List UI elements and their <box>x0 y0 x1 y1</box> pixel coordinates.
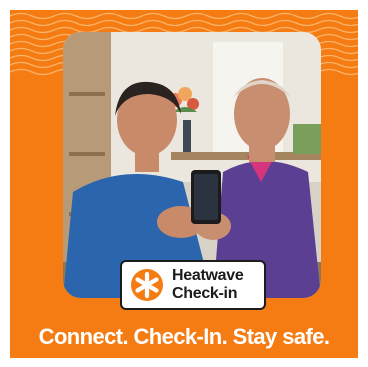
photo-two-seniors <box>63 32 321 298</box>
badge-title: Heatwave Check-in <box>172 267 244 302</box>
asterisk-badge-icon <box>131 269 163 301</box>
badge-title-line2: Check-in <box>172 285 238 302</box>
heatwave-checkin-badge: Heatwave Check-in <box>120 260 266 310</box>
tagline: Connect. Check-In. Stay safe. <box>38 324 330 349</box>
badge-title-line1: Heatwave <box>172 267 244 284</box>
heatwave-poster: Heatwave Check-in Connect. Check-In. Sta… <box>10 10 358 358</box>
